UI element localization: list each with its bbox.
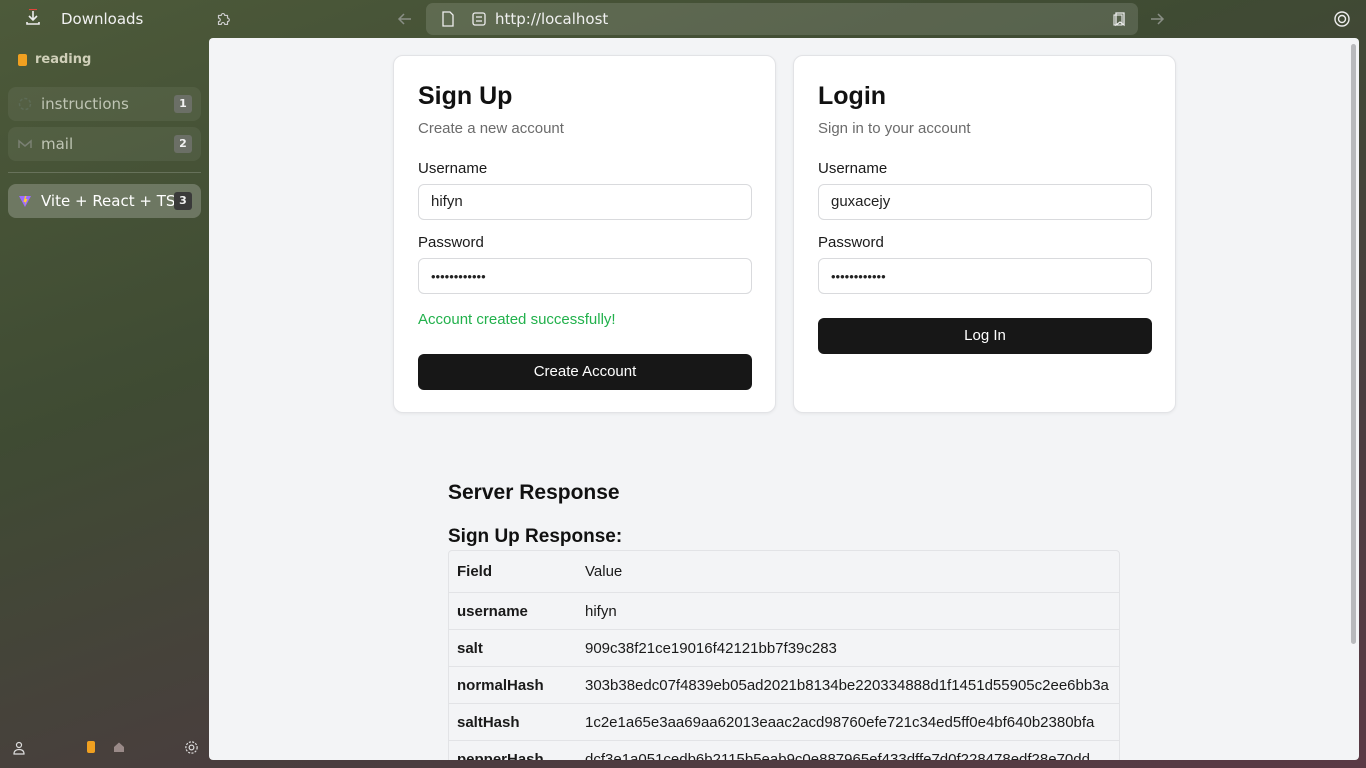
sidebar-divider <box>8 172 201 173</box>
signup-username-label: Username <box>418 160 488 177</box>
site-settings-icon[interactable] <box>472 12 486 26</box>
response-table: Field Value username hifyn salt 909c38f2… <box>448 550 1120 760</box>
tab-label: mail <box>41 135 74 153</box>
login-username-input[interactable]: guxacejy <box>818 184 1152 220</box>
downloads-label: Downloads <box>61 10 144 28</box>
signup-username-input[interactable]: hifyn <box>418 184 752 220</box>
signup-success-message: Account created successfully! <box>418 311 616 328</box>
space-label[interactable]: reading <box>18 52 91 67</box>
tab-badge: 1 <box>174 95 192 113</box>
download-icon <box>26 9 40 25</box>
vite-icon <box>19 196 31 207</box>
page-icon <box>442 11 454 27</box>
table-row: saltHash 1c2e1a65e3aa69aa62013eaac2acd98… <box>449 703 1119 740</box>
table-row: username hifyn <box>449 592 1119 629</box>
login-button[interactable]: Log In <box>818 318 1152 354</box>
row-field: salt <box>457 640 483 657</box>
table-header-value: Value <box>585 563 623 580</box>
sidebar-tab-instructions[interactable]: instructions 1 <box>8 87 201 121</box>
page-content: Sign Up Create a new account Username hi… <box>209 38 1359 760</box>
login-card: Login Sign in to your account Username g… <box>793 55 1176 413</box>
sidebar: Downloads reading instructions 1 mail 2 … <box>0 0 230 768</box>
tab-badge: 2 <box>174 135 192 153</box>
row-field: username <box>457 603 528 620</box>
extension-icon[interactable] <box>214 10 232 28</box>
sidebar-tab-mail[interactable]: mail 2 <box>8 127 201 161</box>
profile-switch-icon[interactable] <box>12 741 26 755</box>
tab-badge: 3 <box>174 192 192 210</box>
table-row: normalHash 303b38edc07f4839eb05ad2021b81… <box>449 666 1119 703</box>
forward-arrow-icon[interactable] <box>1148 10 1166 28</box>
row-value: hifyn <box>585 603 617 620</box>
signup-password-label: Password <box>418 234 484 251</box>
url-text[interactable]: http://localhost <box>495 10 608 28</box>
row-field: normalHash <box>457 677 544 694</box>
row-field: saltHash <box>457 714 520 731</box>
account-icon[interactable] <box>1333 10 1351 28</box>
url-bar[interactable]: http://localhost <box>426 3 1138 35</box>
table-header-row: Field Value <box>449 551 1119 592</box>
signup-subtitle: Create a new account <box>418 120 564 137</box>
login-username-label: Username <box>818 160 888 177</box>
row-field: pepperHash <box>457 751 544 760</box>
login-title: Login <box>818 82 887 110</box>
space-reading-icon[interactable] <box>87 741 95 753</box>
login-subtitle: Sign in to your account <box>818 120 971 137</box>
row-value: 909c38f21ce19016f42121bb7f39c283 <box>585 640 837 657</box>
login-password-label: Password <box>818 234 884 251</box>
settings-icon[interactable] <box>184 740 199 755</box>
create-account-button[interactable]: Create Account <box>418 354 752 390</box>
table-header-field: Field <box>457 563 493 580</box>
mail-icon <box>18 139 32 148</box>
space-name: reading <box>35 52 92 67</box>
table-row: salt 909c38f21ce19016f42121bb7f39c283 <box>449 629 1119 666</box>
sidebar-tab-vite-react[interactable]: Vite + React + TS 3 <box>8 184 201 218</box>
signup-password-input[interactable]: •••••••••••• <box>418 258 752 294</box>
row-value: 1c2e1a65e3aa69aa62013eaac2acd98760efe721… <box>585 714 1095 731</box>
tab-label: instructions <box>41 95 129 113</box>
bookmark-icon[interactable] <box>1112 11 1128 27</box>
table-row: pepperHash dcf3e1a051cedb6b2115b5eab9c0e… <box>449 740 1119 760</box>
row-value: dcf3e1a051cedb6b2115b5eab9c0e887965ef433… <box>585 751 1090 760</box>
space-color-icon <box>18 53 27 66</box>
login-password-input[interactable]: •••••••••••• <box>818 258 1152 294</box>
tab-label: Vite + React + TS <box>41 192 176 210</box>
back-arrow-icon[interactable] <box>396 10 414 28</box>
row-value: 303b38edc07f4839eb05ad2021b8134be2203348… <box>585 677 1109 694</box>
signup-response-title: Sign Up Response: <box>448 526 623 547</box>
server-response-title: Server Response <box>448 481 620 504</box>
loading-icon <box>18 97 32 111</box>
signup-card: Sign Up Create a new account Username hi… <box>393 55 776 413</box>
signup-title: Sign Up <box>418 82 513 110</box>
home-icon[interactable] <box>113 741 125 753</box>
scrollbar[interactable] <box>1351 44 1356 644</box>
